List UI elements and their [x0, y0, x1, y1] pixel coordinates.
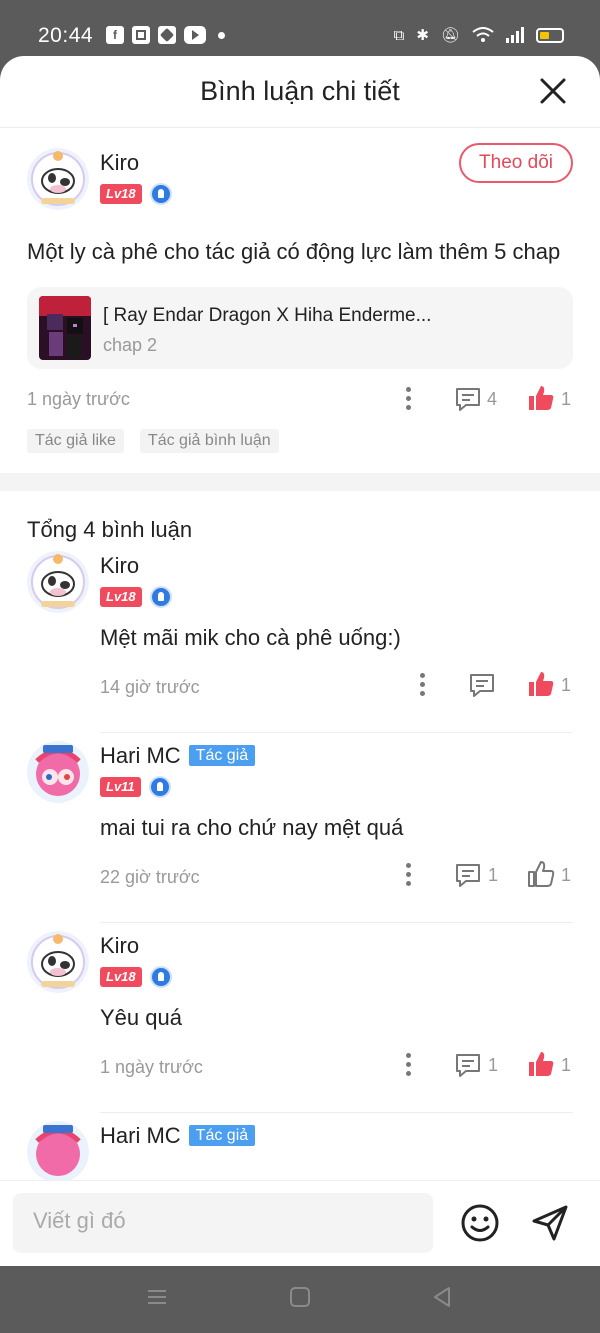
bluetooth-icon: ✱ [416, 27, 429, 44]
more-notifications-dot [218, 31, 225, 39]
home-icon[interactable] [289, 1286, 311, 1308]
main-comment: Kiro Lv18 Theo dõi Một ly cà phê cho tác… [0, 128, 600, 453]
app-notification-icon-2 [158, 26, 176, 44]
comment-text: Một ly cà phê cho tác giả có động lực là… [27, 239, 561, 264]
avatar[interactable] [27, 1121, 89, 1183]
comment-actions: 1 ngày trước 4 1 [27, 369, 573, 429]
reply-icon[interactable] [454, 862, 482, 890]
more-options-icon[interactable] [419, 673, 425, 697]
tag-author-like: Tác giả like [27, 429, 124, 453]
like-count: 1 [561, 865, 572, 885]
signal-icon [506, 27, 524, 43]
list-item: Hari MC Tác giả Lv11 mai tui ra cho chứ n… [27, 733, 573, 923]
like-icon[interactable] [527, 384, 555, 412]
avatar[interactable] [27, 931, 89, 993]
wifi-icon [472, 27, 494, 42]
app-notification-icon [132, 26, 150, 44]
like-outline-icon[interactable] [527, 860, 555, 888]
level-badge: Lv11 [100, 777, 141, 797]
avatar[interactable] [27, 741, 89, 803]
reply-icon[interactable] [454, 386, 482, 414]
comment-input[interactable]: Viết gì đó [13, 1193, 433, 1253]
avatar[interactable] [27, 551, 89, 613]
section-divider [0, 473, 600, 491]
like-count: 1 [561, 675, 572, 695]
rank-medal-icon [148, 776, 171, 798]
comment-input-bar: Viết gì đó [0, 1180, 600, 1266]
list-item: Kiro Lv18 Yêu quá 1 ngày trước 1 1 [27, 923, 573, 1113]
username[interactable]: Kiro [100, 150, 139, 176]
reply-time: 1 ngày trước [100, 1057, 203, 1077]
system-nav-bar [0, 1266, 600, 1333]
level-badge: Lv18 [100, 967, 142, 987]
reply-count: 1 [488, 865, 499, 885]
more-options-icon[interactable] [405, 387, 411, 411]
reply-icon[interactable] [468, 672, 496, 700]
like-icon[interactable] [527, 670, 555, 698]
username-row: Hari MC Tác giả [100, 743, 256, 769]
close-icon[interactable] [538, 76, 568, 106]
facebook-icon: f [106, 26, 124, 44]
like-count: 1 [561, 389, 572, 409]
total-comments-label: Tổng 4 bình luận [27, 517, 193, 542]
author-badge: Tác giả [188, 745, 256, 766]
rank-medal-icon [149, 966, 172, 988]
tag-author-comment: Tác giả bình luận [139, 429, 279, 453]
like-icon[interactable] [527, 1050, 555, 1078]
comment-time: 1 ngày trước [27, 389, 130, 409]
chapter-card[interactable]: [ Ray Endar Dragon X Hiha Enderme... cha… [27, 287, 573, 369]
reply-count: 4 [487, 389, 498, 409]
reply-time: 14 giờ trước [100, 677, 200, 697]
rank-medal-icon [149, 183, 172, 205]
battery-icon [536, 27, 564, 43]
avatar[interactable] [27, 148, 89, 210]
menu-icon[interactable] [146, 1286, 168, 1308]
rank-medal-icon [149, 586, 172, 608]
reply-text: Yêu quá [100, 1005, 182, 1030]
chapter-title: [ Ray Endar Dragon X Hiha Enderme... [103, 305, 432, 326]
reply-time: 22 giờ trước [100, 867, 200, 887]
youtube-icon [184, 26, 206, 44]
username[interactable]: Hari MC [100, 1123, 181, 1148]
list-item: Kiro Lv18 Mệt mãi mik cho cà phê uống:) … [27, 543, 573, 733]
back-icon[interactable] [431, 1286, 453, 1308]
username-row: Hari MC Tác giả [100, 1123, 256, 1149]
username[interactable]: Hari MC [100, 743, 181, 768]
reply-count: 1 [488, 1055, 499, 1075]
page-title: Bình luận chi tiết [200, 76, 400, 106]
more-options-icon[interactable] [405, 1053, 411, 1077]
emoji-icon[interactable] [460, 1203, 500, 1243]
nfc-icon: ⧉ [393, 26, 405, 44]
mute-icon: 🔕︎ [440, 27, 460, 44]
author-badge: Tác giả [188, 1125, 256, 1146]
level-badge: Lv18 [100, 587, 142, 607]
chapter-number: chap 2 [103, 335, 158, 355]
send-icon[interactable] [530, 1203, 570, 1243]
follow-button[interactable]: Theo dõi [459, 143, 573, 183]
more-options-icon[interactable] [405, 863, 411, 887]
level-badge: Lv18 [100, 184, 142, 204]
like-count: 1 [561, 1055, 572, 1075]
reply-icon[interactable] [454, 1052, 482, 1080]
comment-detail-sheet: Bình luận chi tiết Kiro Lv18 Theo dõi Mộ… [0, 56, 600, 1266]
system-icons: ⧉ ✱ 🔕︎ [394, 26, 564, 44]
username[interactable]: Kiro [100, 553, 139, 579]
chapter-thumbnail [39, 296, 91, 360]
reply-text: Mệt mãi mik cho cà phê uống:) [100, 625, 401, 650]
status-time: 20:44 [38, 24, 94, 47]
username[interactable]: Kiro [100, 933, 139, 959]
notification-icons: f [106, 26, 225, 44]
sheet-header: Bình luận chi tiết [0, 56, 600, 128]
reply-text: mai tui ra cho chứ nay mệt quá [100, 815, 404, 840]
